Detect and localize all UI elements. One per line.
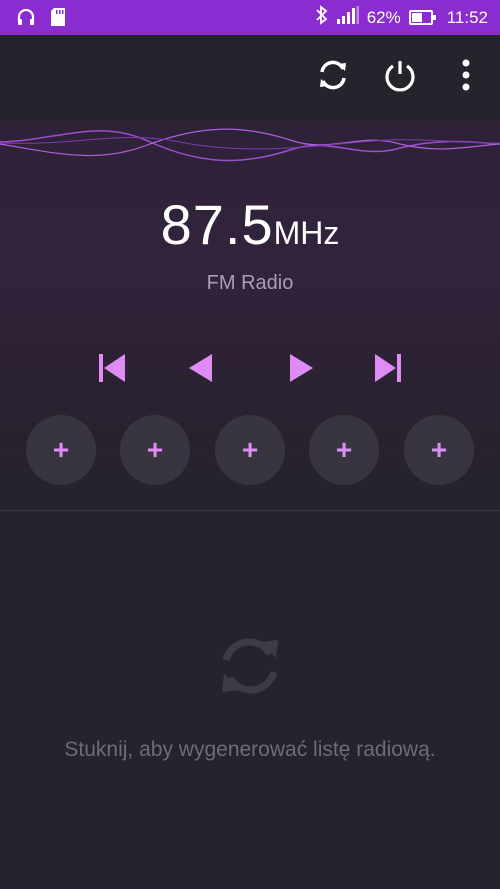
- battery-level: [411, 13, 423, 22]
- skip-previous-icon: [99, 354, 125, 382]
- power-icon: [385, 61, 415, 92]
- status-bar: 62% 11:52: [0, 0, 500, 35]
- overflow-menu-button[interactable]: [446, 55, 486, 95]
- preset-button[interactable]: +: [309, 415, 379, 485]
- preset-button[interactable]: +: [404, 415, 474, 485]
- station-name: FM Radio: [206, 272, 294, 294]
- step-forward-icon: [290, 354, 313, 382]
- power-button[interactable]: [380, 55, 420, 95]
- frequency-value: 87.5: [160, 193, 274, 256]
- station-list-hint: Stuknij, aby wygenerować listę radiową.: [64, 738, 436, 761]
- more-vert-icon: [462, 59, 470, 91]
- battery-percent: 62%: [366, 7, 401, 27]
- frequency-display: 87.5MHz: [0, 192, 500, 257]
- playback-controls: [0, 348, 500, 388]
- waveform-graphic: [0, 128, 500, 162]
- refresh-icon: [222, 638, 278, 694]
- step-back-button[interactable]: [180, 348, 220, 388]
- preset-button[interactable]: +: [26, 415, 96, 485]
- tuner-panel: 87.5MHz FM Radio + + + + +: [0, 120, 500, 510]
- generate-list-button[interactable]: [214, 630, 286, 702]
- clock: 11:52: [446, 7, 488, 27]
- skip-next-icon: [375, 354, 401, 382]
- step-back-icon: [189, 354, 212, 382]
- seek-previous-button[interactable]: [92, 348, 132, 388]
- sd-card-icon: [50, 7, 66, 32]
- refresh-button[interactable]: [313, 55, 353, 95]
- bluetooth-icon: [315, 5, 329, 30]
- action-bar: [0, 35, 500, 115]
- preset-button[interactable]: +: [215, 415, 285, 485]
- seek-next-button[interactable]: [368, 348, 408, 388]
- preset-button[interactable]: +: [120, 415, 190, 485]
- battery-icon: [408, 10, 436, 25]
- headset-icon: [16, 7, 36, 32]
- divider: [0, 510, 500, 511]
- step-forward-button[interactable]: [282, 348, 322, 388]
- preset-row: + + + + +: [0, 415, 500, 485]
- frequency-unit: MHz: [273, 215, 340, 251]
- signal-icon: [336, 6, 359, 29]
- refresh-icon: [320, 60, 346, 90]
